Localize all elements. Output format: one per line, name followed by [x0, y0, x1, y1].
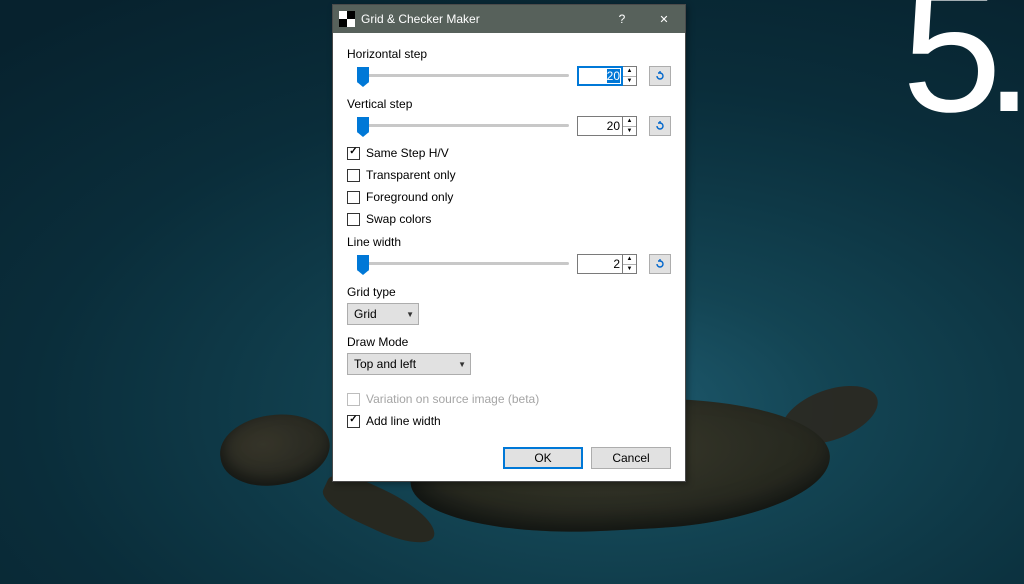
dialog-grid-checker-maker: Grid & Checker Maker ? ✕ Horizontal step…	[332, 4, 686, 482]
foreground-only-label: Foreground only	[366, 190, 453, 204]
chevron-down-icon: ▼	[458, 360, 466, 369]
reset-icon	[654, 70, 666, 82]
draw-mode-combo[interactable]: Top and left ▼	[347, 353, 471, 375]
close-button[interactable]: ✕	[643, 5, 685, 33]
variation-checkbox-row: Variation on source image (beta)	[347, 392, 671, 406]
cancel-button[interactable]: Cancel	[591, 447, 671, 469]
transparent-only-label: Transparent only	[366, 168, 456, 182]
titlebar[interactable]: Grid & Checker Maker ? ✕	[333, 5, 685, 33]
add-line-width-checkbox-row[interactable]: Add line width	[347, 414, 671, 428]
draw-mode-label: Draw Mode	[347, 335, 671, 349]
foreground-only-checkbox[interactable]	[347, 191, 360, 204]
same-step-label: Same Step H/V	[366, 146, 449, 160]
swap-colors-checkbox-row[interactable]: Swap colors	[347, 212, 671, 226]
grid-type-combo[interactable]: Grid ▼	[347, 303, 419, 325]
horizontal-step-spinner[interactable]: ▲ ▼	[623, 66, 637, 86]
vertical-step-spinner[interactable]: ▲ ▼	[623, 116, 637, 136]
vertical-step-input[interactable]: ▲ ▼	[577, 116, 637, 136]
line-width-slider[interactable]	[357, 253, 569, 275]
spin-up-icon[interactable]: ▲	[623, 67, 636, 77]
horizontal-step-value[interactable]	[577, 66, 623, 86]
button-row: OK Cancel	[333, 439, 685, 481]
vertical-step-slider[interactable]	[357, 115, 569, 137]
line-width-spinner[interactable]: ▲ ▼	[623, 254, 637, 274]
horizontal-step-input[interactable]: ▲ ▼	[577, 66, 637, 86]
chevron-down-icon: ▼	[406, 310, 414, 319]
variation-label: Variation on source image (beta)	[366, 392, 539, 406]
draw-mode-value: Top and left	[354, 357, 416, 371]
same-step-checkbox-row[interactable]: Same Step H/V	[347, 146, 671, 160]
add-line-width-label: Add line width	[366, 414, 441, 428]
foreground-only-checkbox-row[interactable]: Foreground only	[347, 190, 671, 204]
line-width-value[interactable]	[577, 254, 623, 274]
variation-checkbox	[347, 393, 360, 406]
window-title: Grid & Checker Maker	[361, 12, 601, 26]
ok-button[interactable]: OK	[503, 447, 583, 469]
grid-type-value: Grid	[354, 307, 377, 321]
swap-colors-label: Swap colors	[366, 212, 431, 226]
reset-icon	[654, 120, 666, 132]
transparent-only-checkbox-row[interactable]: Transparent only	[347, 168, 671, 182]
spin-down-icon[interactable]: ▼	[623, 77, 636, 86]
app-icon	[339, 11, 355, 27]
same-step-checkbox[interactable]	[347, 147, 360, 160]
help-button[interactable]: ?	[601, 5, 643, 33]
help-icon: ?	[619, 12, 626, 26]
reset-icon	[654, 258, 666, 270]
vertical-step-label: Vertical step	[347, 97, 671, 111]
add-line-width-checkbox[interactable]	[347, 415, 360, 428]
spin-down-icon[interactable]: ▼	[623, 265, 636, 274]
spin-up-icon[interactable]: ▲	[623, 117, 636, 127]
vertical-step-value[interactable]	[577, 116, 623, 136]
spin-up-icon[interactable]: ▲	[623, 255, 636, 265]
vertical-step-reset-button[interactable]	[649, 116, 671, 136]
close-icon: ✕	[659, 13, 668, 26]
grid-type-label: Grid type	[347, 285, 671, 299]
swap-colors-checkbox[interactable]	[347, 213, 360, 226]
line-width-label: Line width	[347, 235, 671, 249]
horizontal-step-slider[interactable]	[357, 65, 569, 87]
horizontal-step-reset-button[interactable]	[649, 66, 671, 86]
horizontal-step-label: Horizontal step	[347, 47, 671, 61]
line-width-reset-button[interactable]	[649, 254, 671, 274]
background-number: 5.	[902, 0, 1024, 140]
spin-down-icon[interactable]: ▼	[623, 127, 636, 136]
line-width-input[interactable]: ▲ ▼	[577, 254, 637, 274]
transparent-only-checkbox[interactable]	[347, 169, 360, 182]
